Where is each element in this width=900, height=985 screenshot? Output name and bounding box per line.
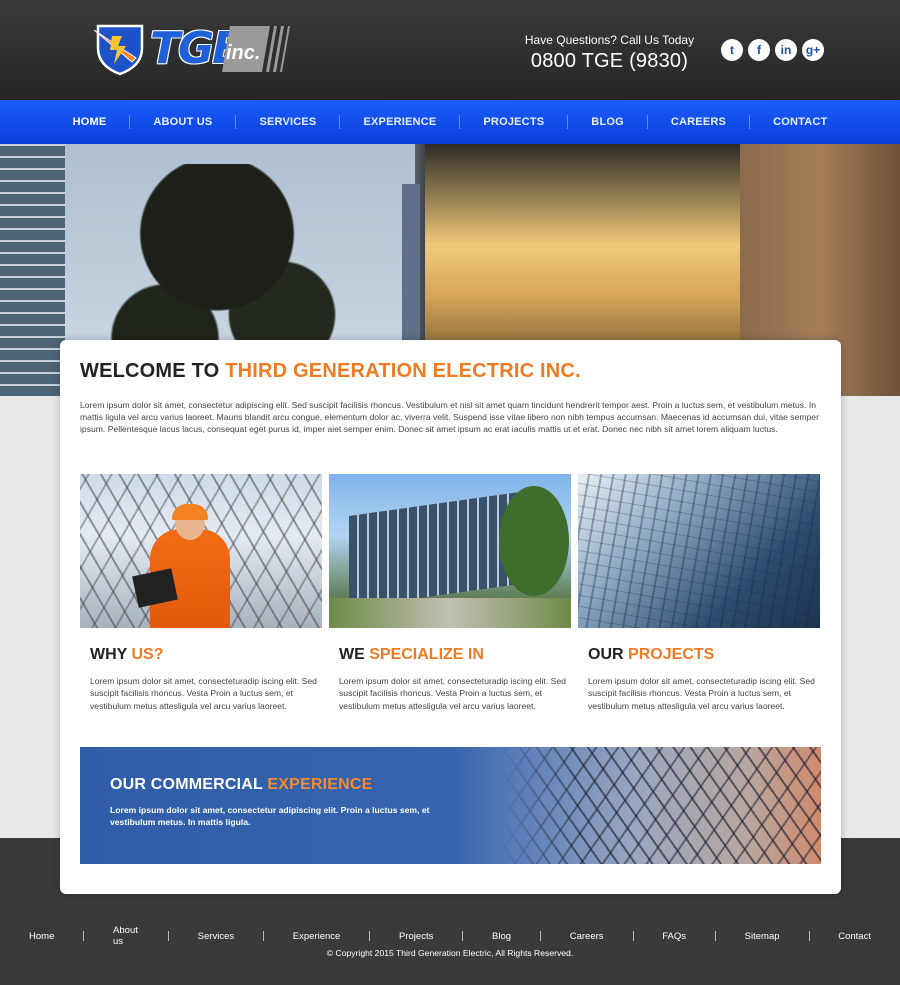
hero-building-left	[0, 144, 65, 396]
nav-careers[interactable]: CAREERS	[648, 116, 749, 128]
commercial-experience-banner[interactable]: OUR COMMERCIAL EXPERIENCE Lorem ipsum do…	[80, 747, 821, 864]
google-plus-icon[interactable]: g+	[802, 39, 824, 61]
office-building	[349, 492, 519, 608]
glass-towers	[578, 474, 820, 628]
facebook-icon[interactable]: f	[748, 39, 770, 61]
contact-info: Have Questions? Call Us Today 0800 TGE (…	[522, 33, 697, 73]
power-pylon-image	[500, 747, 821, 864]
footer-nav: Home About us Services Experience Projec…	[0, 925, 900, 947]
welcome-text: Lorem ipsum dolor sit amet, consectetur …	[80, 400, 819, 435]
specialize-title[interactable]: WE SPECIALIZE IN	[339, 646, 484, 664]
specialize-text: Lorem ipsum dolor sit amet, consectetura…	[339, 676, 566, 711]
why-us-text: Lorem ipsum dolor sit amet, consectetura…	[90, 676, 317, 711]
specialize-title-a: WE	[339, 646, 365, 663]
banner-text: Lorem ipsum dolor sit amet, consectetur …	[110, 805, 430, 828]
footer-link-about[interactable]: About us	[84, 925, 168, 947]
welcome-prefix: WELCOME TO	[80, 360, 220, 382]
nav-experience[interactable]: EXPERIENCE	[340, 116, 459, 128]
contact-phone[interactable]: 0800 TGE (9830)	[522, 50, 697, 73]
footer-link-home[interactable]: Home	[0, 931, 83, 942]
banner-title-a: OUR COMMERCIAL	[110, 776, 263, 793]
hard-hat	[172, 504, 208, 520]
footer-link-sitemap[interactable]: Sitemap	[716, 931, 809, 942]
projects-title[interactable]: OUR PROJECTS	[588, 646, 714, 664]
footer-link-faqs[interactable]: FAQs	[633, 931, 715, 942]
projects-title-a: OUR	[588, 646, 624, 663]
why-us-title-a: WHY	[90, 646, 128, 663]
twitter-icon[interactable]: t	[721, 39, 743, 61]
projects-image[interactable]	[578, 474, 820, 628]
nav-home[interactable]: HOME	[50, 116, 130, 128]
footer-link-services[interactable]: Services	[169, 931, 263, 942]
footer-link-careers[interactable]: Careers	[541, 931, 633, 942]
projects-title-b: PROJECTS	[628, 646, 715, 663]
footer-link-contact[interactable]: Contact	[809, 931, 900, 942]
banner-title: OUR COMMERCIAL EXPERIENCE	[110, 776, 373, 794]
footer-link-projects[interactable]: Projects	[370, 931, 462, 942]
logo-inc-label: inc.	[226, 42, 261, 64]
shield-logo-icon	[93, 24, 144, 76]
nav-projects[interactable]: PROJECTS	[460, 116, 567, 128]
copyright: © Copyright 2015 Third Generation Electr…	[326, 948, 574, 958]
nav-contact[interactable]: CONTACT	[750, 116, 850, 128]
nav-services[interactable]: SERVICES	[236, 116, 339, 128]
why-us-title[interactable]: WHY US?	[90, 646, 164, 664]
site-header: TGE inc. Have Questions? Call Us Today 0…	[0, 0, 900, 100]
footer-link-experience[interactable]: Experience	[264, 931, 370, 942]
walkway	[329, 598, 571, 628]
footer-link-blog[interactable]: Blog	[463, 931, 540, 942]
social-links: t f in g+	[721, 39, 824, 61]
why-us-title-b: US?	[131, 646, 164, 663]
nav-about-us[interactable]: ABOUT US	[130, 116, 235, 128]
banner-title-b: EXPERIENCE	[267, 776, 373, 793]
tree	[499, 486, 569, 596]
main-nav: HOME ABOUT US SERVICES EXPERIENCE PROJEC…	[0, 100, 900, 144]
specialize-title-b: SPECIALIZE IN	[369, 646, 484, 663]
welcome-company-name: THIRD GENERATION ELECTRIC INC.	[225, 360, 581, 382]
contact-question: Have Questions? Call Us Today	[524, 33, 695, 47]
welcome-heading: WELCOME TO THIRD GENERATION ELECTRIC INC…	[80, 360, 581, 383]
content-card: WELCOME TO THIRD GENERATION ELECTRIC INC…	[60, 340, 841, 894]
site-logo[interactable]: TGE inc.	[92, 22, 290, 76]
linkedin-icon[interactable]: in	[775, 39, 797, 61]
why-us-image[interactable]	[80, 474, 322, 628]
nav-blog[interactable]: BLOG	[568, 116, 647, 128]
specialize-image[interactable]	[329, 474, 571, 628]
projects-text: Lorem ipsum dolor sit amet, consectetura…	[588, 676, 815, 711]
